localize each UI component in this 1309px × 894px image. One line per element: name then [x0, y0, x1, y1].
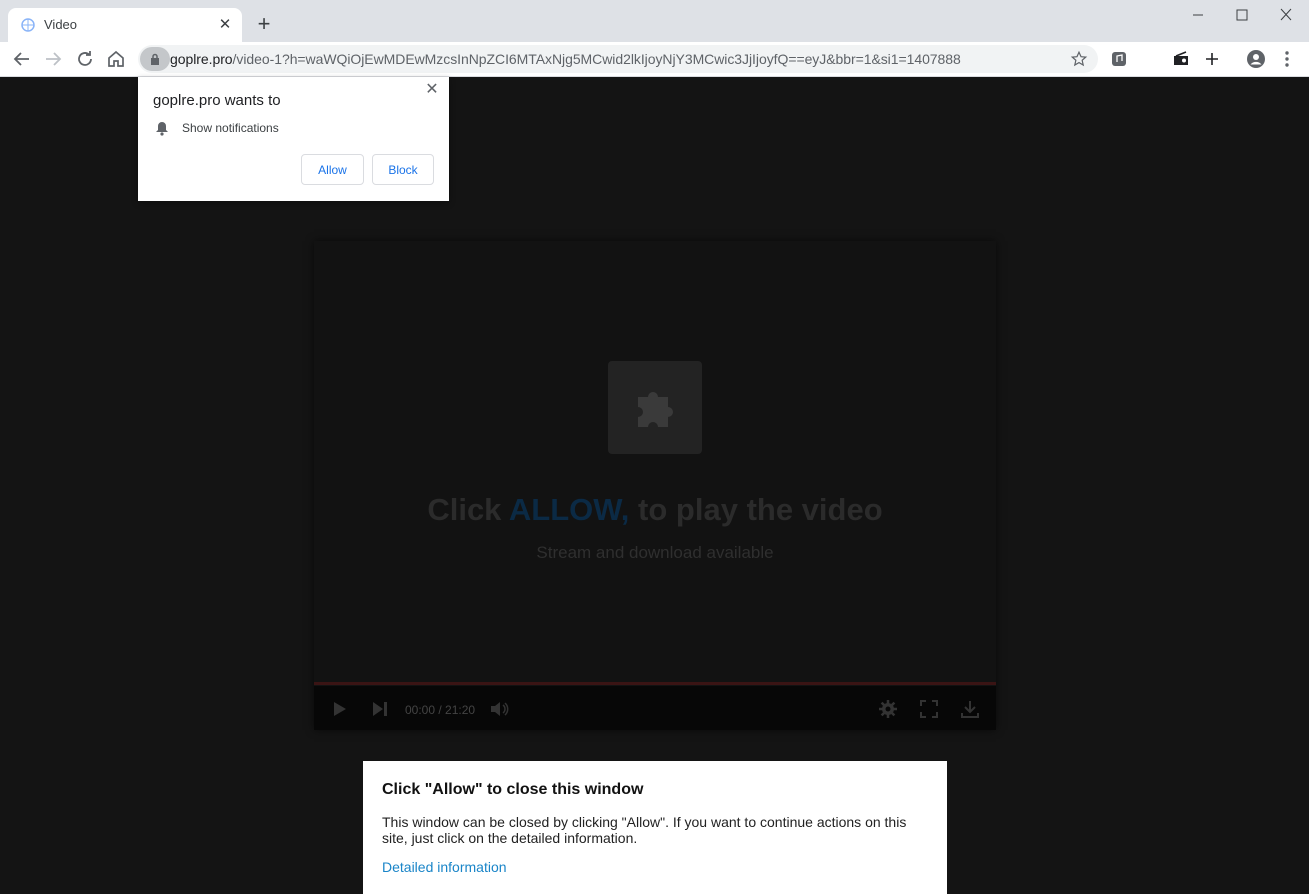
- tab-title: Video: [44, 17, 78, 32]
- allow-button[interactable]: Allow: [301, 154, 364, 185]
- forward-icon[interactable]: [41, 47, 65, 71]
- video-player[interactable]: Click ALLOW, to play the video Stream an…: [314, 241, 996, 730]
- close-window-icon[interactable]: [1274, 4, 1298, 26]
- detailed-information-link[interactable]: Detailed information: [382, 859, 507, 875]
- star-icon[interactable]: [1070, 50, 1088, 68]
- headline-allow: ALLOW,: [508, 492, 630, 527]
- play-icon[interactable]: [328, 698, 350, 720]
- browser-tab[interactable]: Video ✕: [8, 8, 242, 42]
- url-path: /video-1?h=waWQiOjEwMDEwMzcsInNpZCI6MTAx…: [232, 51, 961, 67]
- lock-icon: [151, 53, 159, 65]
- puzzle-piece-icon: [638, 392, 673, 427]
- plus-icon[interactable]: [1200, 47, 1224, 71]
- maximize-icon[interactable]: [1230, 4, 1254, 26]
- site-info-button[interactable]: [140, 47, 170, 71]
- dialog-body: This window can be closed by clicking "A…: [382, 814, 907, 846]
- media-icon[interactable]: [1107, 47, 1131, 71]
- url-host: goplre.pro: [170, 51, 233, 67]
- minimize-icon[interactable]: [1186, 4, 1210, 26]
- block-button[interactable]: Block: [372, 154, 434, 185]
- back-icon[interactable]: [10, 47, 34, 71]
- new-tab-plus-icon[interactable]: +: [252, 12, 276, 36]
- bell-icon: [156, 122, 168, 136]
- download-icon[interactable]: [959, 698, 981, 720]
- headline-pre: Click: [427, 492, 509, 527]
- dialog-title: Click "Allow" to close this window: [382, 781, 644, 798]
- home-icon[interactable]: [104, 47, 128, 71]
- player-controls: 00:00 / 21:20: [314, 686, 996, 730]
- volume-icon[interactable]: [488, 698, 510, 720]
- time-display: 00:00 / 21:20: [405, 703, 476, 717]
- player-subline: Stream and download available: [536, 543, 774, 562]
- headline-post: to play the video: [629, 492, 883, 527]
- title-bar: Video ✕ +: [0, 0, 1309, 42]
- notification-permission-prompt: goplre.pro wants to ✕ Show notifications…: [138, 77, 449, 201]
- settings-gear-icon[interactable]: [877, 698, 899, 720]
- next-icon[interactable]: [369, 698, 391, 720]
- menu-icon[interactable]: [1275, 47, 1299, 71]
- close-window-dialog: Click "Allow" to close this window This …: [363, 761, 947, 894]
- profile-icon[interactable]: [1244, 47, 1268, 71]
- progress-bar[interactable]: [314, 682, 996, 685]
- url-text[interactable]: goplre.pro/video-1?h=waWQiOjEwMDEwMzcsIn…: [170, 51, 961, 67]
- tab-close-icon[interactable]: ✕: [216, 16, 234, 34]
- fullscreen-icon[interactable]: [918, 698, 940, 720]
- permission-close-icon[interactable]: ✕: [423, 81, 441, 99]
- player-headline: Click ALLOW, to play the video: [314, 492, 996, 528]
- browser-toolbar: goplre.pro/video-1?h=waWQiOjEwMDEwMzcsIn…: [0, 42, 1309, 77]
- address-bar[interactable]: goplre.pro/video-1?h=waWQiOjEwMDEwMzcsIn…: [138, 45, 1098, 73]
- cast-icon[interactable]: [1169, 47, 1193, 71]
- permission-title: goplre.pro wants to: [153, 92, 281, 109]
- tab-favicon-icon: [21, 18, 35, 32]
- reload-icon[interactable]: [73, 47, 97, 71]
- permission-item: Show notifications: [182, 121, 279, 135]
- plugin-placeholder: [608, 361, 702, 454]
